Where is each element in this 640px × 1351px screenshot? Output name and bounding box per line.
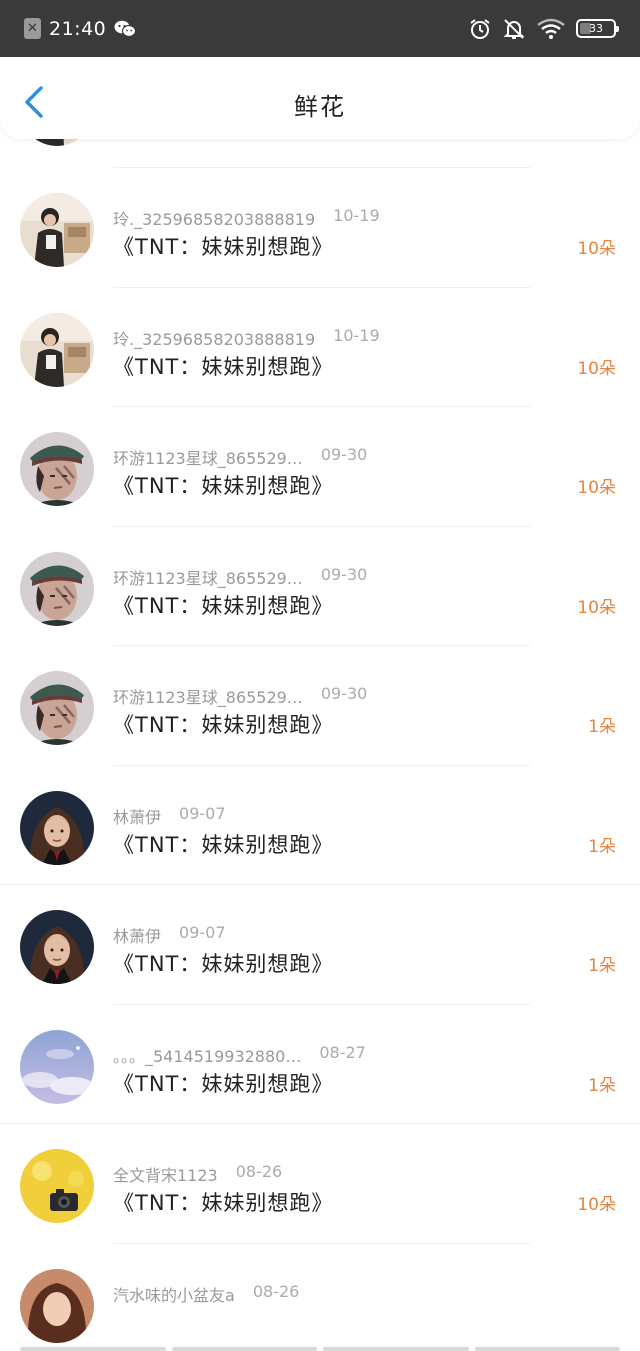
item-date: 09-30 — [320, 445, 368, 464]
page-title: 鲜花 — [294, 93, 346, 121]
list-item[interactable]: 。。。_5414519932880… 08-27 《TNT：妹妹别想跑》 1朵 — [0, 1005, 640, 1124]
flower-amount: 10朵 — [577, 239, 616, 259]
avatar[interactable] — [20, 1029, 94, 1104]
list-item[interactable]: 林萧伊 09-07 《TNT：妹妹别想跑》 1朵 — [0, 885, 640, 1005]
item-date: 09-07 — [179, 923, 226, 942]
book-title: 《TNT：妹妹别想跑》 — [113, 474, 334, 498]
item-meta: 全文背宋1123 08-26 — [113, 1162, 282, 1186]
avatar[interactable] — [20, 193, 94, 267]
nav-header: 鲜花 — [0, 57, 640, 139]
item-meta: 林萧伊 09-07 — [113, 804, 226, 828]
wifi-icon — [537, 18, 565, 39]
wechat-icon — [114, 20, 137, 37]
flower-amount: 1朵 — [588, 1075, 616, 1096]
list-item[interactable]: 玲._32596858203888819 10-19 《TNT：妹妹别想跑》 10朵 — [0, 288, 640, 407]
avatar[interactable] — [20, 910, 94, 984]
list-item[interactable]: 汽水味的小盆友a 08-26 — [0, 1244, 640, 1351]
username: 林萧伊 — [113, 807, 162, 827]
close-box-icon: ✕ — [24, 18, 41, 39]
item-meta: 。。。_5414519932880… 08-27 — [113, 1043, 366, 1067]
item-meta: 环游1123星球_865529… 09-30 — [113, 445, 367, 469]
avatar[interactable] — [20, 790, 94, 865]
flower-amount: 10朵 — [577, 478, 616, 498]
alarm-icon — [470, 18, 490, 39]
list-item[interactable]: 玲._32596858203888819 10-19 《TNT：妹妹别想跑》 10朵 — [0, 168, 640, 288]
item-meta: 环游1123星球_865529… 09-30 — [113, 684, 367, 708]
list-item[interactable]: 环游1123星球_865529… 09-30 《TNT：妹妹别想跑》 10朵 — [0, 407, 640, 527]
item-date: 08-26 — [252, 1281, 300, 1301]
item-date: 08-27 — [319, 1042, 366, 1062]
book-title: 《TNT：妹妹别想跑》 — [113, 1191, 334, 1215]
username: 玲._32596858203888819 — [113, 210, 316, 229]
avatar[interactable] — [20, 432, 94, 506]
flower-amount: 1朵 — [588, 836, 616, 857]
avatar[interactable] — [20, 671, 94, 745]
item-meta: 玲._32596858203888819 10-19 — [113, 206, 380, 230]
book-title: 《TNT：妹妹别想跑》 — [113, 832, 334, 857]
username: 环游1123星球_865529… — [113, 449, 303, 468]
avatar[interactable] — [20, 1268, 94, 1343]
username: 全文背宋1123 — [113, 1166, 218, 1185]
item-meta: 汽水味的小盆友a 08-26 — [113, 1282, 299, 1306]
item-date: 10-19 — [333, 325, 380, 345]
book-title: 《TNT：妹妹别想跑》 — [113, 713, 334, 737]
book-title: 《TNT：妹妹别想跑》 — [113, 1071, 334, 1096]
flower-amount: 1朵 — [588, 956, 616, 976]
bottom-scroll-hint — [0, 1347, 640, 1351]
item-meta: 林萧伊 09-07 — [113, 923, 226, 947]
item-meta: 玲._32596858203888819 10-19 — [113, 326, 380, 350]
username: 环游1123星球_865529… — [113, 568, 303, 588]
list-item[interactable]: 环游1123星球_865529… 09-30 《TNT：妹妹别想跑》 10朵 — [0, 527, 640, 646]
book-title: 《TNT：妹妹别想跑》 — [113, 235, 334, 259]
item-date: 09-30 — [320, 684, 368, 703]
username: 汽水味的小盆友a — [113, 1285, 235, 1305]
item-date: 10-19 — [333, 206, 380, 225]
battery-icon: 33 — [576, 19, 619, 38]
item-date: 09-30 — [320, 564, 368, 584]
avatar[interactable] — [20, 1149, 94, 1223]
username: 。。。_5414519932880… — [113, 1046, 302, 1066]
avatar[interactable] — [20, 551, 94, 626]
flower-amount: 1朵 — [588, 717, 616, 737]
list-item[interactable]: 林萧伊 09-07 《TNT：妹妹别想跑》 1朵 — [0, 766, 640, 885]
book-title: 《TNT：妹妹别想跑》 — [113, 593, 334, 618]
book-title: 《TNT：妹妹别想跑》 — [113, 952, 334, 976]
status-time: 21:40 — [49, 17, 107, 40]
list-item[interactable]: 全文背宋1123 08-26 《TNT：妹妹别想跑》 10朵 — [0, 1124, 640, 1244]
item-meta: 环游1123星球_865529… 09-30 — [113, 565, 367, 589]
item-date: 08-26 — [235, 1162, 283, 1181]
username: 玲._32596858203888819 — [113, 329, 316, 349]
username: 环游1123星球_865529… — [113, 688, 303, 707]
flower-amount: 10朵 — [577, 358, 616, 379]
bell-off-icon — [503, 18, 525, 39]
avatar[interactable] — [20, 312, 94, 387]
battery-level: 33 — [589, 22, 603, 35]
book-title: 《TNT：妹妹别想跑》 — [113, 354, 334, 379]
list-item[interactable]: 环游1123星球_865529… 09-30 《TNT：妹妹别想跑》 1朵 — [0, 646, 640, 766]
item-date: 09-07 — [179, 803, 226, 823]
flower-amount: 10朵 — [577, 597, 616, 618]
username: 林萧伊 — [113, 927, 162, 946]
gift-list[interactable]: 玲._32596858203888819 10-19 《TNT：妹妹别想跑》 10朵玲… — [0, 72, 640, 1351]
flower-amount: 10朵 — [577, 1195, 616, 1215]
